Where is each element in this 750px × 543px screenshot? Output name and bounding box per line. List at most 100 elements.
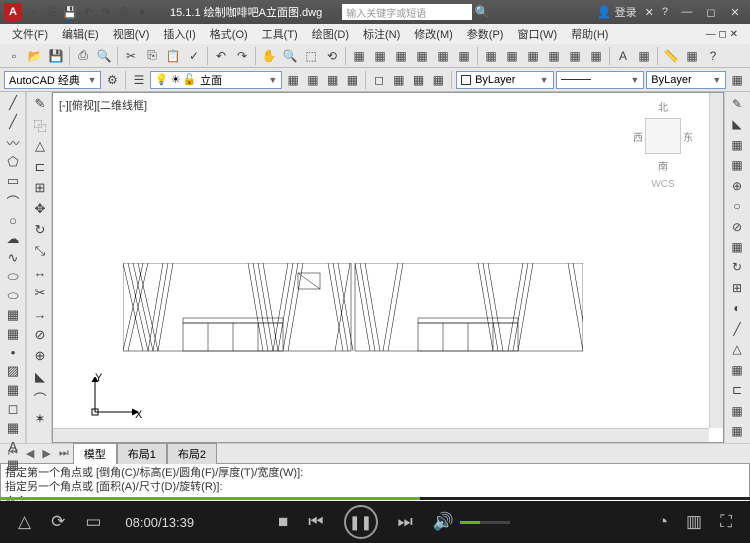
lt-btn-icon[interactable]: ▦	[728, 70, 746, 90]
redo-icon[interactable]: ↷	[98, 4, 114, 20]
break-icon[interactable]: ⊘	[29, 325, 51, 345]
tb-d-icon[interactable]: ▦	[544, 46, 564, 66]
r-tool-4-icon[interactable]: ▦	[727, 155, 747, 174]
pause-button[interactable]: ❚❚	[344, 505, 378, 539]
circle-icon[interactable]: ○	[2, 212, 24, 229]
explode-icon[interactable]: ✶	[29, 409, 51, 429]
r-tool-17-icon[interactable]: ▦	[727, 422, 747, 441]
mirror-icon[interactable]: △	[29, 136, 51, 156]
point-icon[interactable]: •	[2, 344, 24, 361]
array-icon[interactable]: ⊞	[29, 178, 51, 198]
arc-icon[interactable]: ⌒	[2, 191, 24, 211]
match-icon[interactable]: ✓	[184, 46, 204, 66]
drawing-canvas[interactable]: [-][俯视][二维线框] 北 西 东 南 WCS	[52, 92, 724, 443]
screen-icon[interactable]: ▭	[85, 512, 101, 532]
r-tool-10-icon[interactable]: ⊞	[727, 278, 747, 297]
cube-north[interactable]: 北	[633, 99, 693, 114]
next-button[interactable]: ⏭	[398, 512, 413, 532]
designcenter-icon[interactable]: ▦	[370, 46, 390, 66]
app-logo[interactable]: A	[4, 3, 22, 21]
tab-layout1[interactable]: 布局1	[117, 443, 167, 464]
r-tool-13-icon[interactable]: △	[727, 340, 747, 359]
props-icon[interactable]: ▦	[349, 46, 369, 66]
pan-icon[interactable]: ✋	[259, 46, 279, 66]
menu-view[interactable]: 视图(V)	[107, 25, 156, 43]
chamfer-icon[interactable]: ◣	[29, 367, 51, 387]
qat-more-icon[interactable]: ▾	[134, 4, 150, 20]
close-button[interactable]: ✕	[724, 4, 746, 20]
menu-insert[interactable]: 插入(I)	[157, 25, 201, 43]
r-tool-15-icon[interactable]: ⊏	[727, 381, 747, 400]
help-tb-icon[interactable]: ?	[703, 46, 723, 66]
tb-g-icon[interactable]: A	[613, 46, 633, 66]
print-icon[interactable]: ⎙	[116, 4, 132, 20]
cube-east[interactable]: 东	[683, 129, 693, 144]
gradient-icon[interactable]: ▦	[2, 381, 24, 399]
r-tool-12-icon[interactable]: ╱	[727, 319, 747, 338]
collapse-icon[interactable]: △	[18, 512, 31, 532]
cube-west[interactable]: 西	[633, 129, 643, 144]
move-icon[interactable]: ✥	[29, 199, 51, 219]
layer-c-icon[interactable]: ▦	[324, 70, 342, 90]
search-icon[interactable]: 🔍	[472, 2, 492, 22]
layer-mgr-icon[interactable]: ☰	[130, 70, 148, 90]
horizontal-scrollbar[interactable]	[53, 428, 709, 442]
menu-format[interactable]: 格式(O)	[204, 25, 254, 43]
menu-dimension[interactable]: 标注(N)	[357, 25, 406, 43]
tb-f-icon[interactable]: ▦	[586, 46, 606, 66]
maximize-button[interactable]: ◻	[700, 4, 722, 20]
tab-prev-icon[interactable]: ◀	[22, 447, 38, 460]
volume-slider[interactable]	[460, 521, 510, 524]
tb-b-icon[interactable]: ▦	[502, 46, 522, 66]
calc-icon[interactable]: ▦	[454, 46, 474, 66]
copy-icon[interactable]: ⎘	[142, 46, 162, 66]
open-icon[interactable]: ⎘	[44, 4, 60, 20]
menu-edit[interactable]: 编辑(E)	[56, 25, 105, 43]
r-tool-14-icon[interactable]: ▦	[727, 360, 747, 379]
tab-next-icon[interactable]: ▶	[38, 447, 54, 460]
addsel-icon[interactable]: ▦	[2, 456, 24, 474]
table-icon[interactable]: ▦	[2, 419, 24, 437]
rect-icon[interactable]: ▭	[2, 172, 24, 190]
prev-button[interactable]: ⏮	[308, 512, 323, 532]
ellipse-arc-icon[interactable]: ⬭	[2, 287, 24, 305]
hatch-icon[interactable]: ▨	[2, 362, 24, 380]
tb-select-icon[interactable]: ▦	[682, 46, 702, 66]
tb-a-icon[interactable]: ▦	[481, 46, 501, 66]
menu-param[interactable]: 参数(P)	[461, 25, 510, 43]
menu-help[interactable]: 帮助(H)	[565, 25, 614, 43]
exchange-icon[interactable]: ✕	[645, 6, 654, 19]
menu-file[interactable]: 文件(F)	[6, 25, 54, 43]
fullscreen-icon[interactable]: ⛶	[720, 512, 732, 532]
menu-tools[interactable]: 工具(T)	[256, 25, 304, 43]
save-icon[interactable]: 💾	[62, 4, 78, 20]
cube-face[interactable]	[645, 118, 681, 154]
r-tool-9-icon[interactable]: ↻	[727, 258, 747, 277]
r-tool-11-icon[interactable]: ◐	[727, 299, 747, 318]
undo-tb-icon[interactable]: ↶	[211, 46, 231, 66]
r-tool-8-icon[interactable]: ▦	[727, 237, 747, 256]
list-icon[interactable]: ▥	[686, 512, 702, 532]
open-file-icon[interactable]: 📂	[25, 46, 45, 66]
make-block-icon[interactable]: ▦	[2, 325, 24, 343]
mtext-icon[interactable]: A	[2, 438, 24, 455]
tab-last-icon[interactable]: ⏭	[55, 447, 73, 460]
region-icon[interactable]: ◻	[2, 400, 24, 418]
view-cube[interactable]: 北 西 东 南 WCS	[633, 99, 693, 190]
revcloud-icon[interactable]: ☁	[2, 230, 24, 248]
copy-obj-icon[interactable]: ⿻	[29, 115, 51, 135]
color-combo[interactable]: ByLayer▼	[456, 71, 553, 89]
menu-window[interactable]: 窗口(W)	[511, 25, 563, 43]
login-link[interactable]: 👤 登录	[597, 4, 637, 20]
loop-icon[interactable]: ⟳	[51, 512, 65, 532]
extend-icon[interactable]: →	[29, 304, 51, 324]
xline-icon[interactable]: ╱	[2, 113, 24, 131]
join-icon[interactable]: ⊕	[29, 346, 51, 366]
tb-h-icon[interactable]: ▦	[634, 46, 654, 66]
doc-min-button[interactable]: — ◻ ✕	[700, 28, 744, 41]
new-file-icon[interactable]: ▫	[4, 46, 24, 66]
cube-wcs[interactable]: WCS	[633, 179, 693, 190]
offset-icon[interactable]: ⊏	[29, 157, 51, 177]
r-tool-6-icon[interactable]: ○	[727, 196, 747, 215]
tb-c-icon[interactable]: ▦	[523, 46, 543, 66]
